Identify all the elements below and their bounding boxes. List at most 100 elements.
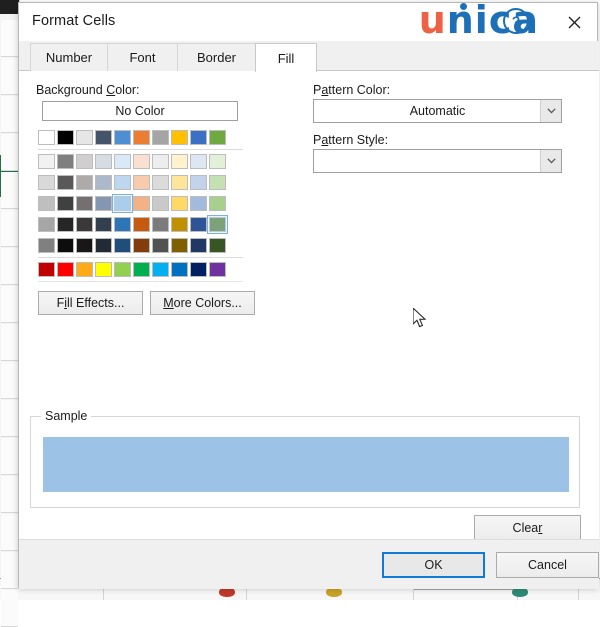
palette-theme-top-row[interactable]: [38, 127, 243, 148]
sample-groupbox: Sample: [30, 416, 580, 508]
palette-swatch-theme-top-1[interactable]: [57, 130, 74, 145]
palette-swatch-theme-top-6[interactable]: [152, 130, 169, 145]
palette-swatch-theme-2-8[interactable]: [190, 196, 207, 211]
palette-swatch-theme-top-9[interactable]: [209, 130, 226, 145]
fill-effects-button[interactable]: Fill Effects...: [38, 291, 143, 315]
palette-swatch-theme-top-7[interactable]: [171, 130, 188, 145]
palette-swatch-theme-0-1[interactable]: [57, 154, 74, 169]
palette-swatch-theme-3-6[interactable]: [152, 217, 169, 232]
palette-swatch-standard-1[interactable]: [57, 262, 74, 277]
palette-swatch-theme-3-2[interactable]: [76, 217, 93, 232]
palette-swatch-theme-0-6[interactable]: [152, 154, 169, 169]
palette-swatch-theme-2-3[interactable]: [95, 196, 112, 211]
palette-swatch-theme-4-5[interactable]: [133, 238, 150, 253]
palette-swatch-theme-0-0[interactable]: [38, 154, 55, 169]
palette-swatch-theme-2-0[interactable]: [38, 196, 55, 211]
ok-button[interactable]: OK: [382, 552, 485, 578]
palette-swatch-theme-4-2[interactable]: [76, 238, 93, 253]
palette-swatch-theme-3-9[interactable]: [209, 217, 226, 232]
palette-swatch-theme-1-8[interactable]: [190, 175, 207, 190]
palette-swatch-standard-4[interactable]: [114, 262, 131, 277]
palette-swatch-theme-2-1[interactable]: [57, 196, 74, 211]
palette-swatch-theme-1-3[interactable]: [95, 175, 112, 190]
pattern-color-combobox[interactable]: Automatic: [313, 99, 562, 123]
palette-theme-row-3[interactable]: [38, 214, 243, 235]
palette-theme-row-2[interactable]: [38, 193, 243, 214]
cancel-button[interactable]: Cancel: [496, 552, 599, 578]
palette-swatch-theme-1-7[interactable]: [171, 175, 188, 190]
no-color-button[interactable]: No Color: [42, 101, 238, 121]
palette-swatch-standard-0[interactable]: [38, 262, 55, 277]
help-icon[interactable]: ?: [503, 8, 529, 34]
palette-swatch-theme-3-1[interactable]: [57, 217, 74, 232]
palette-swatch-theme-1-5[interactable]: [133, 175, 150, 190]
palette-swatch-theme-0-4[interactable]: [114, 154, 131, 169]
close-icon[interactable]: [551, 3, 597, 41]
palette-theme-row-1[interactable]: [38, 172, 243, 193]
palette-swatch-theme-0-3[interactable]: [95, 154, 112, 169]
color-palette[interactable]: [38, 127, 243, 282]
palette-swatch-theme-0-9[interactable]: [209, 154, 226, 169]
tab-font[interactable]: Font: [107, 43, 178, 71]
pattern-style-combobox[interactable]: [313, 149, 562, 173]
palette-swatch-theme-1-2[interactable]: [76, 175, 93, 190]
palette-swatch-theme-2-6[interactable]: [152, 196, 169, 211]
palette-swatch-theme-3-7[interactable]: [171, 217, 188, 232]
palette-swatch-theme-0-7[interactable]: [171, 154, 188, 169]
palette-swatch-theme-top-0[interactable]: [38, 130, 55, 145]
palette-swatch-theme-3-0[interactable]: [38, 217, 55, 232]
palette-swatch-standard-5[interactable]: [133, 262, 150, 277]
pattern-color-label: Pattern Color:: [313, 83, 390, 97]
palette-swatch-standard-6[interactable]: [152, 262, 169, 277]
palette-swatch-theme-4-3[interactable]: [95, 238, 112, 253]
palette-swatch-theme-top-2[interactable]: [76, 130, 93, 145]
palette-swatch-theme-3-4[interactable]: [114, 217, 131, 232]
tab-fill[interactable]: Fill: [255, 43, 317, 72]
palette-swatch-theme-top-3[interactable]: [95, 130, 112, 145]
palette-swatch-theme-0-5[interactable]: [133, 154, 150, 169]
palette-swatch-theme-2-9[interactable]: [209, 196, 226, 211]
palette-swatch-theme-2-4[interactable]: [114, 196, 131, 211]
background-row-cell: [1, 134, 18, 171]
palette-swatch-theme-4-1[interactable]: [57, 238, 74, 253]
palette-swatch-theme-2-7[interactable]: [171, 196, 188, 211]
palette-swatch-theme-3-3[interactable]: [95, 217, 112, 232]
palette-swatch-theme-1-0[interactable]: [38, 175, 55, 190]
palette-swatch-standard-8[interactable]: [190, 262, 207, 277]
palette-swatch-theme-0-2[interactable]: [76, 154, 93, 169]
palette-swatch-standard-2[interactable]: [76, 262, 93, 277]
clear-button[interactable]: Clear: [474, 515, 581, 541]
palette-theme-row-4[interactable]: [38, 235, 243, 256]
palette-swatch-theme-1-6[interactable]: [152, 175, 169, 190]
palette-swatch-theme-4-6[interactable]: [152, 238, 169, 253]
chevron-down-icon[interactable]: [540, 150, 561, 172]
palette-swatch-theme-4-8[interactable]: [190, 238, 207, 253]
palette-swatch-theme-4-9[interactable]: [209, 238, 226, 253]
format-cells-dialog: Format Cells unica ? Number Font Border …: [18, 2, 598, 588]
palette-theme-rows[interactable]: [38, 151, 243, 256]
palette-swatch-theme-1-9[interactable]: [209, 175, 226, 190]
palette-swatch-theme-top-8[interactable]: [190, 130, 207, 145]
palette-standard-row[interactable]: [38, 259, 243, 280]
background-row-cell: [1, 476, 18, 513]
palette-swatch-standard-3[interactable]: [95, 262, 112, 277]
palette-theme-row-0[interactable]: [38, 151, 243, 172]
palette-swatch-theme-top-4[interactable]: [114, 130, 131, 145]
palette-swatch-theme-1-4[interactable]: [114, 175, 131, 190]
tab-border[interactable]: Border: [177, 43, 256, 71]
palette-swatch-theme-4-0[interactable]: [38, 238, 55, 253]
palette-swatch-theme-2-2[interactable]: [76, 196, 93, 211]
palette-swatch-theme-3-5[interactable]: [133, 217, 150, 232]
chevron-down-icon[interactable]: [540, 100, 561, 122]
more-colors-button[interactable]: More Colors...: [150, 291, 255, 315]
palette-swatch-theme-2-5[interactable]: [133, 196, 150, 211]
palette-swatch-theme-4-4[interactable]: [114, 238, 131, 253]
palette-swatch-theme-1-1[interactable]: [57, 175, 74, 190]
palette-swatch-theme-4-7[interactable]: [171, 238, 188, 253]
palette-swatch-theme-3-8[interactable]: [190, 217, 207, 232]
palette-swatch-standard-7[interactable]: [171, 262, 188, 277]
palette-swatch-standard-9[interactable]: [209, 262, 226, 277]
palette-swatch-theme-0-8[interactable]: [190, 154, 207, 169]
palette-swatch-theme-top-5[interactable]: [133, 130, 150, 145]
tab-number[interactable]: Number: [30, 43, 108, 71]
